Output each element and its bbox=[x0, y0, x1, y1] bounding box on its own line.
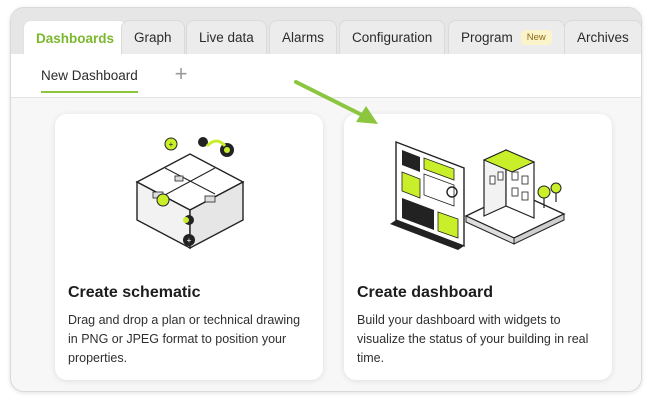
tab-configuration[interactable]: Configuration bbox=[339, 20, 446, 54]
app-window: Dashboards Graph Live data Alarms Config… bbox=[10, 7, 642, 392]
tab-live-data[interactable]: Live data bbox=[186, 20, 267, 54]
tab-archives-label: Archives bbox=[577, 30, 629, 45]
tab-alarms-label: Alarms bbox=[282, 30, 325, 45]
dashboard-illustration-icon bbox=[390, 140, 566, 250]
tab-live-data-label: Live data bbox=[199, 30, 254, 45]
tab-dashboards-label: Dashboards bbox=[36, 30, 115, 46]
dashboard-tab-bar: New Dashboard + bbox=[11, 54, 641, 98]
tab-alarms[interactable]: Alarms bbox=[269, 20, 338, 54]
create-schematic-description: Drag and drop a plan or technical drawin… bbox=[68, 313, 301, 365]
tab-graph-label: Graph bbox=[134, 30, 172, 45]
subtab-new-dashboard[interactable]: New Dashboard bbox=[41, 68, 138, 93]
create-dashboard-title: Create dashboard bbox=[357, 284, 494, 301]
dashboards-content: New Dashboard + + + Create schematic Dra… bbox=[11, 54, 641, 391]
svg-text:+: + bbox=[169, 140, 174, 149]
tab-program[interactable]: Program New bbox=[448, 20, 565, 54]
plus-icon[interactable]: + bbox=[169, 62, 193, 86]
svg-text:+: + bbox=[187, 236, 192, 245]
tab-dashboards[interactable]: Dashboards bbox=[23, 20, 128, 55]
create-schematic-title: Create schematic bbox=[68, 284, 201, 301]
tab-program-label: Program bbox=[461, 30, 513, 45]
tab-archives[interactable]: Archives bbox=[564, 20, 641, 54]
main-tab-bar: Dashboards Graph Live data Alarms Config… bbox=[11, 8, 641, 55]
create-dashboard-description: Build your dashboard with widgets to vis… bbox=[357, 313, 589, 365]
create-schematic-card[interactable]: + + Create schematic Drag and drop a pla… bbox=[55, 114, 323, 380]
tab-configuration-label: Configuration bbox=[352, 30, 433, 45]
new-badge: New bbox=[520, 30, 552, 45]
create-dashboard-card[interactable]: Create dashboard Build your dashboard wi… bbox=[344, 114, 612, 380]
tab-graph[interactable]: Graph bbox=[121, 20, 185, 54]
schematic-illustration-icon: + + bbox=[135, 137, 245, 250]
